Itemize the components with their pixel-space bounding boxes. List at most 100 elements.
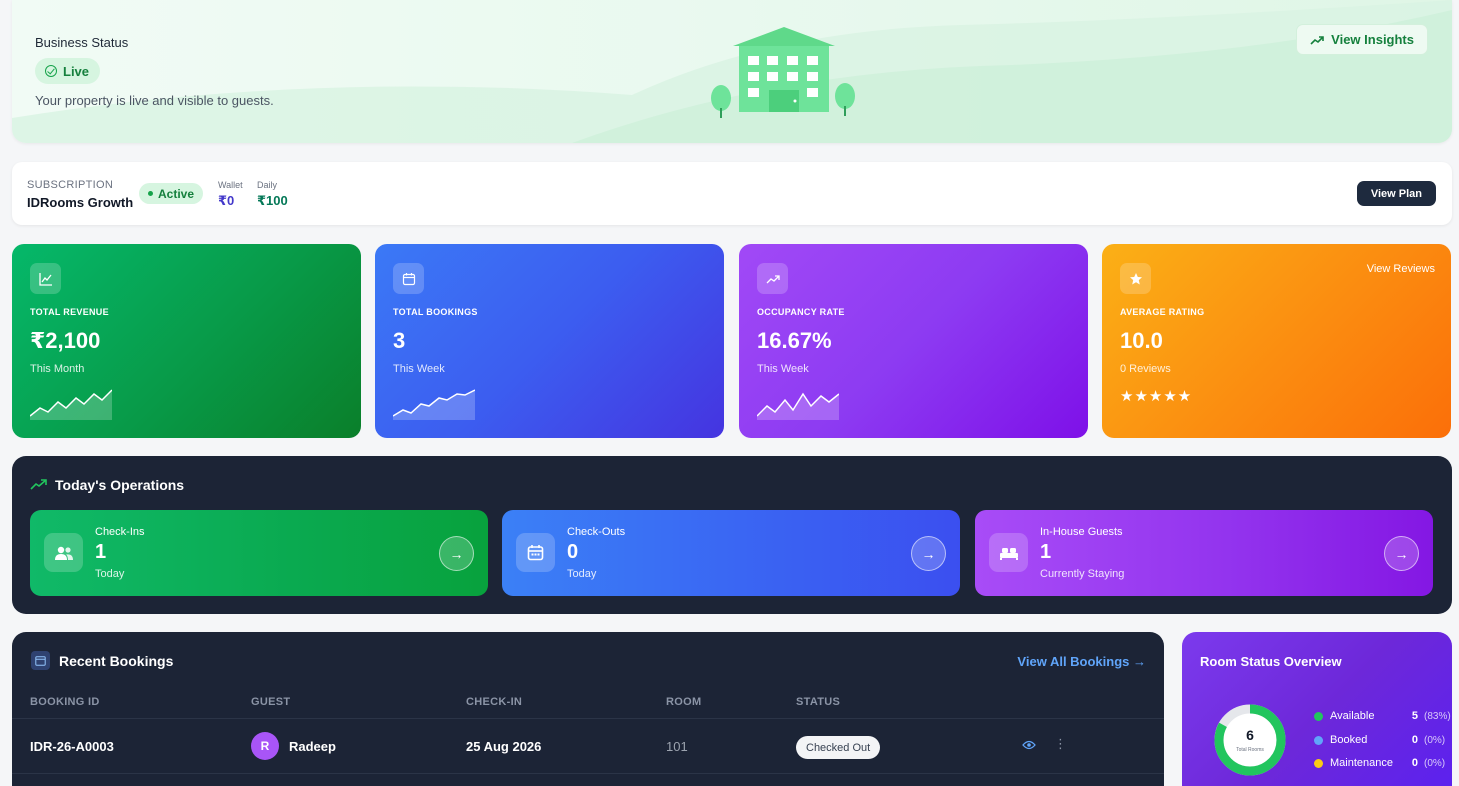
trending-up-icon xyxy=(757,263,788,294)
subscription-label: SUBSCRIPTION xyxy=(27,179,114,191)
view-reviews-link[interactable]: View Reviews xyxy=(1367,263,1435,275)
daily-value: ₹100 xyxy=(257,193,288,208)
legend-percent: (83%) xyxy=(1424,710,1451,722)
legend-item-booked: Booked 0 (0%) xyxy=(1314,734,1445,746)
column-header-room: ROOM xyxy=(666,696,702,708)
revenue-sparkline xyxy=(30,389,112,420)
review-count: 0 Reviews xyxy=(1120,363,1171,375)
guest-name: Radeep xyxy=(289,739,336,754)
rating-stars: ★★★★★ xyxy=(1120,388,1193,405)
total-bookings-card: TOTAL BOOKINGS 3 This Week xyxy=(375,244,724,438)
check-in-date: 25 Aug 2026 xyxy=(466,739,542,754)
occupancy-rate-value: 16.67% xyxy=(757,328,832,353)
todays-operations-panel: Today's Operations Check-Ins 1 Today → C… xyxy=(12,456,1452,614)
check-outs-card[interactable]: Check-Outs 0 Today → xyxy=(502,510,960,596)
subscription-status-badge: Active xyxy=(139,183,204,204)
in-house-guests-status: Currently Staying xyxy=(1040,568,1125,580)
room-status-donut-chart: 6 Total Rooms xyxy=(1214,704,1286,776)
view-insights-label: View Insights xyxy=(1331,32,1414,47)
star-icon xyxy=(1120,263,1151,294)
occupancy-rate-period: This Week xyxy=(757,363,809,375)
arrow-right-icon[interactable]: → xyxy=(911,536,946,571)
subscription-plan-name: IDRooms Growth xyxy=(27,195,134,210)
in-house-guests-value: 1 xyxy=(1040,541,1052,563)
trending-up-icon xyxy=(1310,35,1324,45)
hotel-building-illustration xyxy=(711,27,855,118)
average-rating-card: View Reviews AVERAGE RATING 10.0 0 Revie… xyxy=(1102,244,1451,438)
room-number: 101 xyxy=(666,739,688,754)
arrow-right-icon[interactable]: → xyxy=(1384,536,1419,571)
trending-up-icon xyxy=(30,479,47,490)
legend-dot-icon xyxy=(1314,711,1323,721)
column-header-booking-id: BOOKING ID xyxy=(30,696,100,708)
legend-value: 5 xyxy=(1411,710,1418,722)
legend-dot-icon xyxy=(1314,758,1323,768)
view-plan-button[interactable]: View Plan xyxy=(1356,181,1436,206)
total-bookings-value: 3 xyxy=(393,328,406,353)
room-status-title: Room Status Overview xyxy=(1200,654,1342,669)
check-outs-period: Today xyxy=(567,568,597,580)
legend-percent: (0%) xyxy=(1424,757,1446,769)
legend-dot-icon xyxy=(1314,735,1323,745)
occupancy-sparkline xyxy=(757,392,839,420)
legend-name: Booked xyxy=(1330,734,1368,746)
column-header-guest: GUEST xyxy=(251,696,291,708)
total-revenue-card: TOTAL REVENUE ₹2,100 This Month xyxy=(12,244,361,438)
column-header-status: STATUS xyxy=(796,696,841,708)
live-status-label: Live xyxy=(63,63,90,79)
average-rating-label: AVERAGE RATING xyxy=(1120,307,1205,317)
table-row-divider xyxy=(12,773,1164,774)
view-insights-button[interactable]: View Insights xyxy=(1296,24,1428,55)
todays-operations-title: Today's Operations xyxy=(55,477,185,493)
total-rooms-label: Total Rooms xyxy=(1236,747,1264,753)
total-revenue-value: ₹2,100 xyxy=(30,328,101,353)
bookings-sparkline xyxy=(393,389,475,420)
daily-label: Daily xyxy=(257,180,278,190)
recent-bookings-title: Recent Bookings xyxy=(59,653,174,669)
subscription-bar: SUBSCRIPTION IDRooms Growth Active Walle… xyxy=(12,162,1452,225)
recent-bookings-panel: Recent Bookings View All Bookings → BOOK… xyxy=(12,632,1164,786)
legend-value: 0 xyxy=(1411,734,1418,746)
legend-item-available: Available 5 (83%) xyxy=(1314,710,1451,722)
in-house-guests-card[interactable]: In-House Guests 1 Currently Staying → xyxy=(975,510,1433,596)
column-header-check-in: CHECK-IN xyxy=(466,696,523,708)
users-icon xyxy=(44,533,83,572)
total-rooms-value: 6 xyxy=(1246,727,1254,743)
legend-name: Available xyxy=(1330,710,1375,722)
legend-item-maintenance: Maintenance 0 (0%) xyxy=(1314,757,1445,769)
check-ins-card[interactable]: Check-Ins 1 Today → xyxy=(30,510,488,596)
average-rating-value: 10.0 xyxy=(1120,328,1163,353)
business-status-banner: Business Status Live Your property is li… xyxy=(12,0,1452,143)
business-status-title: Business Status xyxy=(35,35,129,50)
check-outs-label: Check-Outs xyxy=(567,526,626,538)
status-dot-icon xyxy=(148,191,153,196)
total-revenue-period: This Month xyxy=(30,363,85,375)
total-bookings-label: TOTAL BOOKINGS xyxy=(393,307,478,317)
wallet-label: Wallet xyxy=(218,180,243,190)
eye-icon[interactable] xyxy=(1022,740,1036,750)
total-revenue-label: TOTAL REVENUE xyxy=(30,307,109,317)
wallet-value: ₹0 xyxy=(218,193,235,208)
subscription-status-label: Active xyxy=(158,186,195,201)
legend-name: Maintenance xyxy=(1330,757,1393,769)
check-ins-label: Check-Ins xyxy=(95,526,145,538)
calendar-icon xyxy=(516,533,555,572)
status-badge: Checked Out xyxy=(796,736,881,759)
more-options-icon[interactable]: ⋮ xyxy=(1054,736,1067,752)
in-house-guests-label: In-House Guests xyxy=(1040,526,1123,538)
arrow-right-icon[interactable]: → xyxy=(439,536,474,571)
legend-percent: (0%) xyxy=(1424,734,1446,746)
chart-line-icon xyxy=(30,263,61,294)
booking-id: IDR-26-A0003 xyxy=(30,739,114,754)
table-header-divider xyxy=(12,718,1164,719)
avatar: R xyxy=(251,732,279,760)
check-ins-period: Today xyxy=(95,568,125,580)
check-ins-value: 1 xyxy=(95,541,107,563)
calendar-icon xyxy=(31,651,50,670)
view-all-bookings-link[interactable]: View All Bookings → xyxy=(1017,654,1146,669)
check-outs-value: 0 xyxy=(567,541,579,563)
occupancy-rate-card: OCCUPANCY RATE 16.67% This Week xyxy=(739,244,1088,438)
bed-icon xyxy=(989,533,1028,572)
live-status-badge: Live xyxy=(35,58,101,84)
occupancy-rate-label: OCCUPANCY RATE xyxy=(757,307,845,317)
